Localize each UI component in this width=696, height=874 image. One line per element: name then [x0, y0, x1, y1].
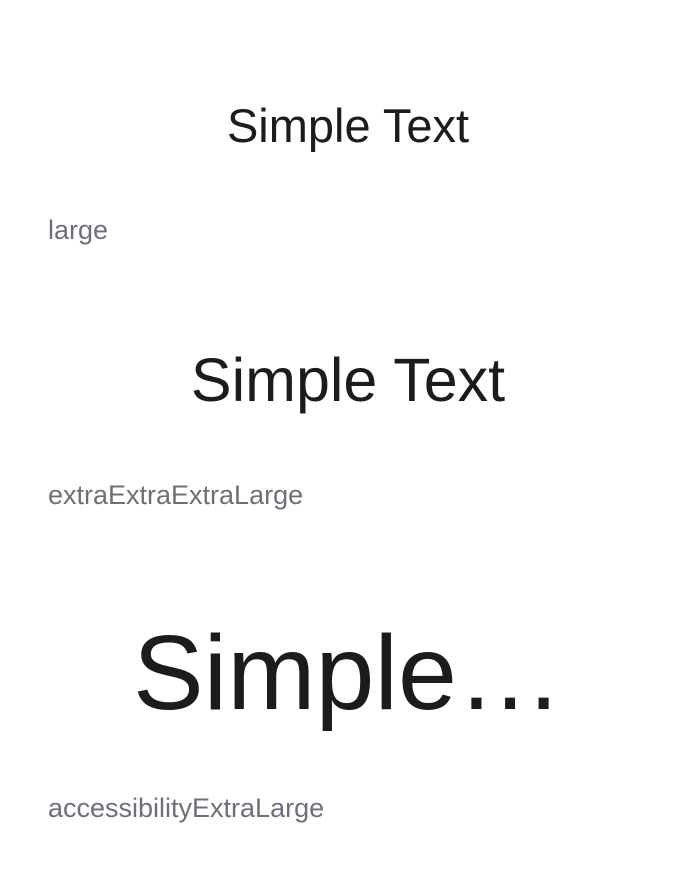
- size-label-xxxl: extraExtraExtraLarge: [48, 480, 304, 510]
- sample-text-xxxl: Simple Text: [190, 346, 506, 414]
- sample-text-large: Simple Text: [226, 99, 470, 152]
- sample-text-accessibility-xl: Simple…: [132, 614, 563, 732]
- size-label-accessibility-xl: accessibilityExtraLarge: [48, 793, 325, 823]
- size-label-large: large: [48, 215, 109, 245]
